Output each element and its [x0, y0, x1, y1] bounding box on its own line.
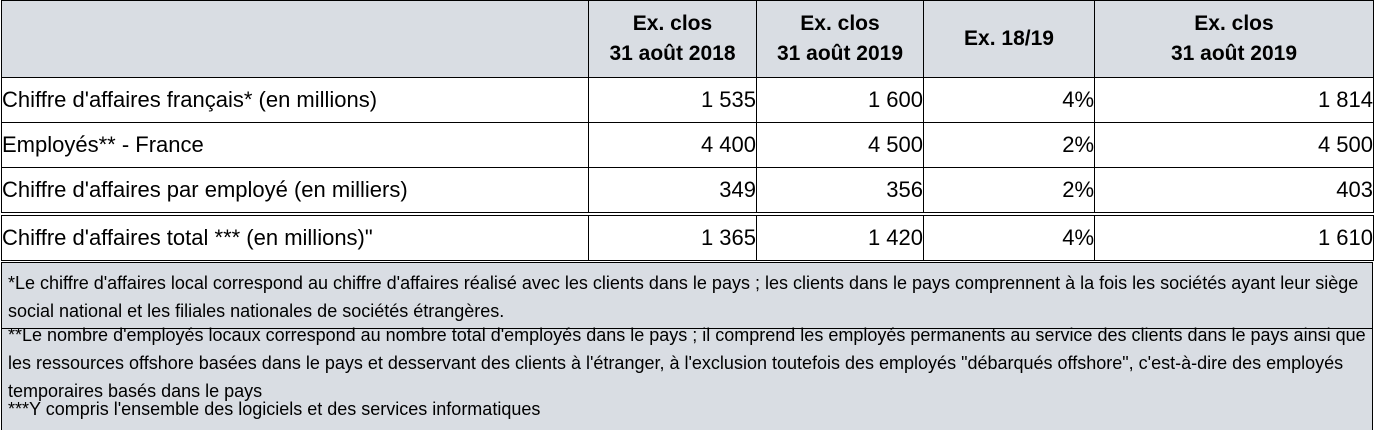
figures-table: Ex. clos 31 août 2018 Ex. clos 31 août 2… [1, 0, 1374, 261]
header-row: Ex. clos 31 août 2018 Ex. clos 31 août 2… [1, 0, 1374, 78]
header-2018-line2: 31 août 2018 [609, 42, 736, 65]
cell-change: 2% [923, 167, 1095, 215]
cell-2019-alt: 403 [1094, 167, 1374, 215]
header-cell-change: Ex. 18/19 [923, 0, 1095, 78]
data-sheet: Ex. clos 31 août 2018 Ex. clos 31 août 2… [0, 0, 1376, 430]
cell-2019: 356 [756, 167, 924, 215]
cell-2018: 1 535 [588, 77, 757, 123]
cell-2019: 1 600 [756, 77, 924, 123]
table-row: Chiffre d'affaires par employé (en milli… [1, 167, 1374, 215]
cell-change: 4% [923, 77, 1095, 123]
cell-2019-alt: 1 610 [1094, 212, 1374, 261]
cell-2018: 4 400 [588, 122, 757, 168]
header-cell-blank [1, 0, 589, 78]
cell-change: 2% [923, 122, 1095, 168]
cell-2019: 1 420 [756, 212, 924, 261]
table-row: Employés** - France 4 400 4 500 2% 4 500 [1, 122, 1374, 168]
header-2018-line1: Ex. clos [632, 12, 713, 35]
header-2019-alt-line1: Ex. clos [1194, 12, 1274, 35]
footnote-total-revenue: ***Y compris l'ensemble des logiciels et… [8, 399, 541, 419]
header-cell-2018: Ex. clos 31 août 2018 [588, 0, 757, 78]
footnotes-panel: *Le chiffre d'affaires local correspond … [1, 262, 1373, 430]
header-2019-line2: 31 août 2019 [776, 42, 904, 65]
header-2019-line1: Ex. clos [800, 12, 880, 35]
row-label: Chiffre d'affaires français* (en million… [1, 77, 589, 123]
cell-2018: 1 365 [588, 212, 757, 261]
row-label: Chiffre d'affaires par employé (en milli… [1, 167, 589, 215]
header-cell-2019-alt: Ex. clos 31 août 2019 [1094, 0, 1374, 78]
cell-2018: 349 [588, 167, 757, 215]
cell-2019: 4 500 [756, 122, 924, 168]
header-cell-2019: Ex. clos 31 août 2019 [756, 0, 924, 78]
cell-2019-alt: 4 500 [1094, 122, 1374, 168]
table-row: Chiffre d'affaires français* (en million… [1, 77, 1374, 123]
cell-2019-alt: 1 814 [1094, 77, 1374, 123]
row-label: Employés** - France [1, 122, 589, 168]
cell-change: 4% [923, 212, 1095, 261]
table-row-total: Chiffre d'affaires total *** (en million… [1, 212, 1374, 261]
header-change-label: Ex. 18/19 [964, 27, 1054, 50]
header-2019-alt-line2: 31 août 2019 [1170, 42, 1298, 65]
row-label: Chiffre d'affaires total *** (en million… [1, 212, 589, 261]
